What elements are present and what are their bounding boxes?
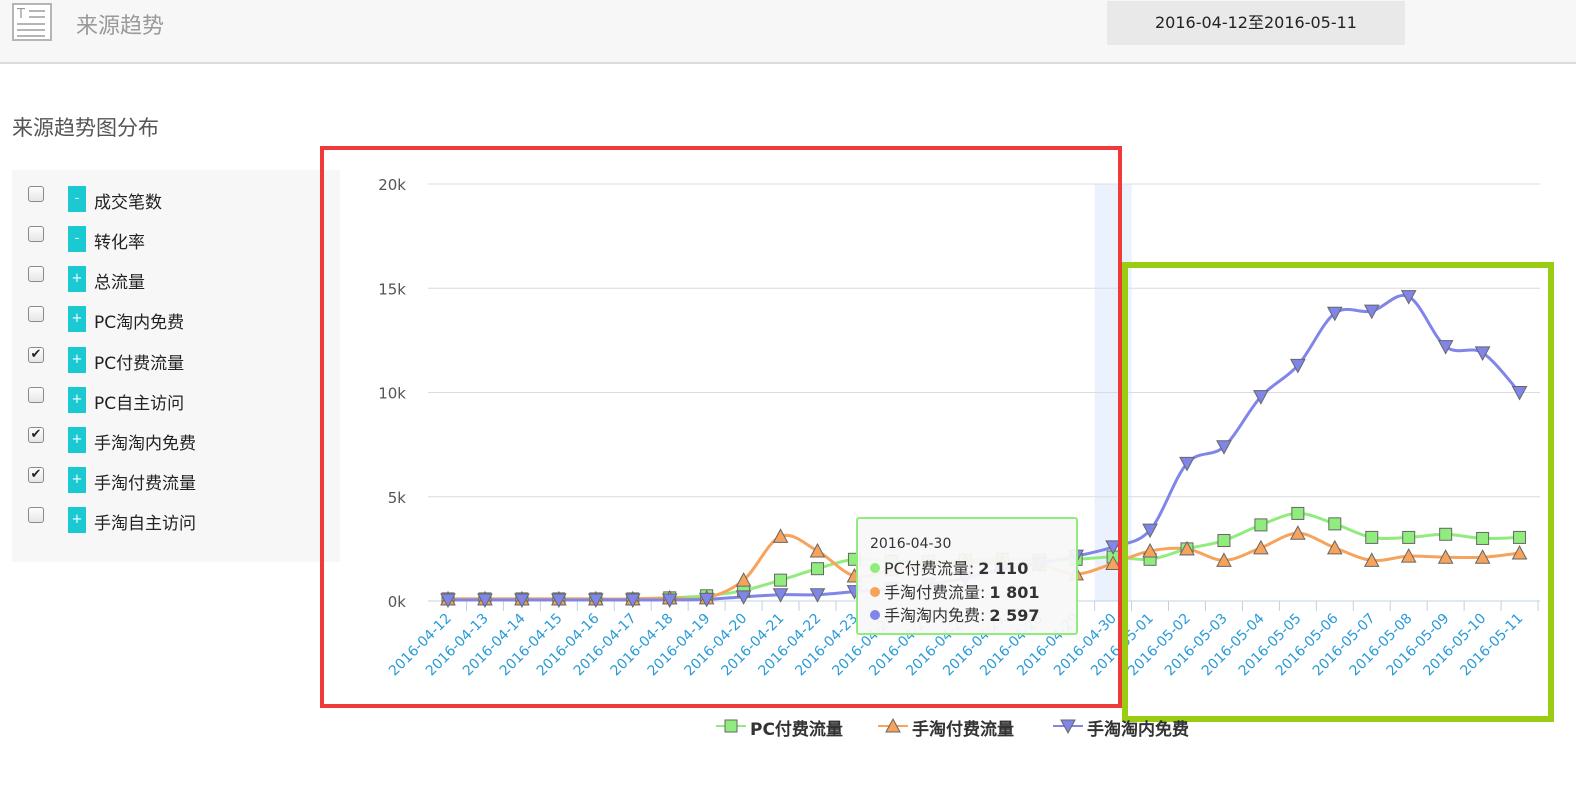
tooltip-series-value: 1 801 [989,583,1040,602]
tooltip-series-label: 手淘淘内免费: [884,606,986,625]
y-tick-label: 20k [378,176,406,194]
data-point-0-21 [1217,534,1231,548]
data-point-0-24 [1328,517,1342,531]
y-tick-label: 15k [378,280,406,298]
data-point-0-9 [774,573,788,587]
series-color-dot [870,563,880,573]
chart-tooltip: 2016-04-30 PC付费流量: 2 110 手淘付费流量: 1 801 手淘淘… [856,517,1078,635]
tooltip-series-label: PC付费流量: [884,559,975,578]
y-tick-label: 10k [378,385,406,403]
legend-label: 手淘付费流量 [912,720,1014,740]
legend-triangle-down-marker-icon [1053,719,1083,735]
y-tick-label: 5k [388,489,407,507]
legend-label: PC付费流量 [750,720,843,740]
data-point-0-29 [1513,530,1527,544]
data-point-0-25 [1365,530,1379,544]
y-tick-label: 0k [388,593,407,611]
data-point-0-28 [1476,531,1490,545]
legend-triangle-marker-icon [878,717,908,733]
data-point-0-10 [811,562,824,576]
legend-label: 手淘淘内免费 [1087,720,1189,740]
data-point-0-22 [1254,518,1268,532]
data-point-0-23 [1291,506,1305,520]
tooltip-date: 2016-04-30 [870,536,952,552]
legend-square-marker-icon [716,719,746,733]
data-point-2-21 [1216,440,1232,455]
series-color-dot [870,587,880,597]
tooltip-series-label: 手淘付费流量: [884,583,986,602]
tooltip-row: 手淘淘内免费: 2 597 [870,602,1040,626]
trend-line-chart: 0k5k10k15k20k2016-04-122016-04-132016-04… [378,176,1540,679]
data-point-2-27 [1437,340,1454,355]
tooltip-series-value: 2 597 [989,606,1040,625]
tooltip-row: PC付费流量: 2 110 [870,555,1028,579]
data-point-1-10 [809,542,826,558]
data-point-0-26 [1402,530,1416,544]
tooltip-series-value: 2 110 [978,559,1029,578]
series-color-dot [870,610,880,620]
tooltip-row: 手淘付费流量: 1 801 [870,579,1040,603]
data-point-0-27 [1439,527,1453,541]
